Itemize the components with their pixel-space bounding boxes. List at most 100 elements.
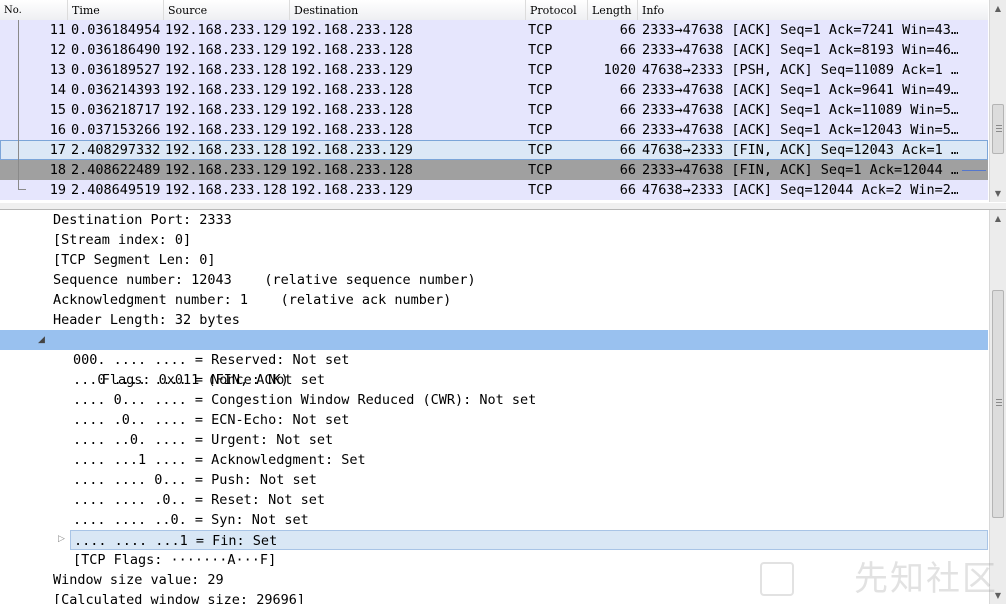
detail-line[interactable]: Header Length: 32 bytes [0, 310, 988, 330]
packet-length: 66 [619, 182, 636, 198]
packet-source: 192.168.233.128 [165, 182, 287, 198]
detail-line[interactable]: Window size value: 29 [0, 570, 988, 590]
packet-info: 2333→47638 [ACK] Seq=1 Ack=8193 Win=46… [642, 42, 958, 58]
detail-line-flag[interactable]: 000. .... .... = Reserved: Not set [0, 350, 988, 370]
grip-icon [996, 405, 1002, 406]
grip-icon [996, 402, 1002, 403]
packet-list-scrollbar[interactable]: ▲ ▼ [989, 0, 1006, 202]
packet-destination: 192.168.233.128 [291, 82, 413, 98]
packet-details-scrollbar[interactable]: ▲ ▼ [989, 210, 1006, 604]
column-header-destination[interactable]: Destination [290, 0, 526, 20]
column-header-info[interactable]: Info [638, 0, 988, 20]
scroll-up-arrow-icon[interactable]: ▲ [990, 210, 1006, 227]
packet-protocol: TCP [528, 22, 553, 38]
detail-line[interactable]: [TCP Segment Len: 0] [0, 250, 988, 270]
packet-no: 11 [49, 22, 66, 38]
collapsed-triangle-icon[interactable]: ▷ [58, 534, 65, 544]
packet-length: 66 [619, 82, 636, 98]
packet-source: 192.168.233.129 [165, 42, 287, 58]
packet-info: 2333→47638 [ACK] Seq=1 Ack=9641 Win=49… [642, 82, 958, 98]
packet-time: 0.036186490 [71, 42, 161, 58]
detail-line-flag[interactable]: .... .... 0... = Push: Not set [0, 470, 988, 490]
packet-protocol: TCP [528, 182, 553, 198]
packet-info: 2333→47638 [FIN, ACK] Seq=1 Ack=12044 … [642, 162, 958, 178]
packet-destination: 192.168.233.128 [291, 42, 413, 58]
packet-protocol: TCP [528, 142, 553, 158]
detail-line-flag[interactable]: .... .... ..0. = Syn: Not set [0, 510, 988, 530]
packet-info: 47638→2333 [ACK] Seq=12044 Ack=2 Win=2… [642, 182, 958, 198]
packet-row-selected[interactable]: 17 2.408297332 192.168.233.128 192.168.2… [0, 140, 988, 160]
packet-row[interactable]: 14 0.036214393 192.168.233.129 192.168.2… [0, 80, 988, 100]
packet-destination: 192.168.233.128 [291, 162, 413, 178]
packet-row[interactable]: 16 0.037153266 192.168.233.129 192.168.2… [0, 120, 988, 140]
packet-row[interactable]: 11 0.036184954 192.168.233.129 192.168.2… [0, 20, 988, 40]
detail-line-flags-selected[interactable]: ◢ Flags: 0x011 (FIN, ACK) [0, 330, 988, 388]
detail-line[interactable]: Acknowledgment number: 1 (relative ack n… [0, 290, 988, 310]
packet-source: 192.168.233.128 [165, 142, 287, 158]
detail-line-flag[interactable]: .... ...1 .... = Acknowledgment: Set [0, 450, 988, 470]
packet-protocol: TCP [528, 62, 553, 78]
packet-no: 12 [49, 42, 66, 58]
packet-length: 66 [619, 102, 636, 118]
packet-source: 192.168.233.129 [165, 102, 287, 118]
packet-source: 192.168.233.129 [165, 22, 287, 38]
detail-line[interactable]: Sequence number: 12043 (relative sequenc… [0, 270, 988, 290]
packet-row[interactable]: 18 2.408622489 192.168.233.129 192.168.2… [0, 160, 988, 180]
packet-no: 17 [49, 142, 66, 158]
detail-line-flag[interactable]: .... 0... .... = Congestion Window Reduc… [0, 390, 988, 410]
column-header-protocol[interactable]: Protocol [526, 0, 588, 20]
packet-length: 1020 [603, 62, 636, 78]
scroll-up-arrow-icon[interactable]: ▲ [990, 0, 1006, 17]
packet-no: 18 [49, 162, 66, 178]
packet-list-pane[interactable]: No. Time Source Destination Protocol Len… [0, 0, 1006, 204]
column-header-time[interactable]: Time [68, 0, 164, 20]
packet-info: 47638→2333 [PSH, ACK] Seq=11089 Ack=1 … [642, 62, 958, 78]
detail-line[interactable]: [Stream index: 0] [0, 230, 988, 250]
detail-line-flag[interactable]: ...0 .... .... = Nonce: Not set [0, 370, 988, 390]
expanded-triangle-icon[interactable]: ◢ [38, 330, 45, 350]
scrollbar-thumb[interactable] [992, 290, 1004, 518]
packet-time: 0.037153266 [71, 122, 161, 138]
detail-line-flag[interactable]: .... ..0. .... = Urgent: Not set [0, 430, 988, 450]
packet-row[interactable]: 12 0.036186490 192.168.233.129 192.168.2… [0, 40, 988, 60]
packet-destination: 192.168.233.128 [291, 102, 413, 118]
detail-line[interactable]: Destination Port: 2333 [0, 210, 988, 230]
packet-destination: 192.168.233.129 [291, 182, 413, 198]
scroll-down-arrow-icon[interactable]: ▼ [990, 185, 1006, 202]
related-packet-marker [962, 170, 986, 171]
packet-source: 192.168.233.128 [165, 62, 287, 78]
packet-protocol: TCP [528, 102, 553, 118]
packet-list-header: No. Time Source Destination Protocol Len… [0, 0, 988, 21]
grip-icon [996, 128, 1002, 129]
packet-length: 66 [619, 42, 636, 58]
detail-line[interactable]: [TCP Flags: ·······A···F] [0, 550, 988, 570]
packet-protocol: TCP [528, 162, 553, 178]
packet-details-pane[interactable]: Destination Port: 2333 [Stream index: 0]… [0, 210, 1006, 604]
detail-line-flag[interactable]: .... .0.. .... = ECN-Echo: Not set [0, 410, 988, 430]
packet-row[interactable]: 13 0.036189527 192.168.233.128 192.168.2… [0, 60, 988, 80]
pane-splitter[interactable] [0, 203, 1006, 210]
packet-protocol: TCP [528, 82, 553, 98]
packet-no: 16 [49, 122, 66, 138]
packet-time: 0.036214393 [71, 82, 161, 98]
packet-info: 2333→47638 [ACK] Seq=1 Ack=11089 Win=5… [642, 102, 958, 118]
packet-no: 13 [49, 62, 66, 78]
packet-source: 192.168.233.129 [165, 82, 287, 98]
packet-source: 192.168.233.129 [165, 162, 287, 178]
scrollbar-thumb[interactable] [992, 104, 1004, 154]
packet-protocol: TCP [528, 42, 553, 58]
packet-row[interactable]: 19 2.408649519 192.168.233.128 192.168.2… [0, 180, 988, 200]
packet-time: 0.036218717 [71, 102, 161, 118]
watermark-logo-icon [760, 562, 794, 596]
column-header-source[interactable]: Source [164, 0, 290, 20]
detail-line[interactable]: [Calculated window size: 29696] [0, 590, 988, 604]
packet-time: 2.408297332 [71, 142, 161, 158]
packet-time: 2.408649519 [71, 182, 161, 198]
column-header-no[interactable]: No. [0, 0, 68, 20]
detail-line-flag-fin[interactable]: .... .... ...1 = Fin: Set [70, 530, 988, 550]
packet-time: 2.408622489 [71, 162, 161, 178]
packet-destination: 192.168.233.129 [291, 62, 413, 78]
column-header-length[interactable]: Length [588, 0, 638, 20]
detail-line-flag[interactable]: .... .... .0.. = Reset: Not set [0, 490, 988, 510]
packet-row[interactable]: 15 0.036218717 192.168.233.129 192.168.2… [0, 100, 988, 120]
